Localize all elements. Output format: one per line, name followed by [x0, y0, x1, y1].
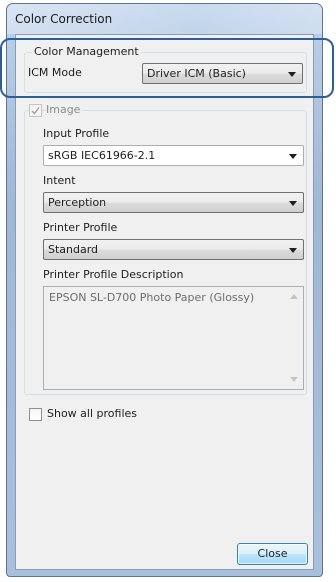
image-group: Image Input Profile sRGB IEC61966-2.1 In…	[24, 103, 307, 395]
title-bar[interactable]: Color Correction	[7, 4, 322, 34]
description-scrollbar[interactable]	[285, 287, 303, 389]
close-button-label: Close	[257, 547, 288, 560]
printer-profile-description-label: Printer Profile Description	[43, 268, 184, 281]
icm-mode-highlight-frame	[0, 38, 334, 98]
intent-value: Perception	[48, 196, 107, 209]
intent-label: Intent	[43, 174, 76, 187]
chevron-down-icon	[289, 201, 297, 206]
dialog-body: Color Management ICM Mode Driver ICM (Ba…	[15, 34, 314, 570]
printer-profile-dropdown[interactable]: Standard	[43, 239, 304, 260]
input-profile-label: Input Profile	[43, 127, 110, 140]
image-checkbox[interactable]	[29, 104, 42, 117]
window-title: Color Correction	[15, 12, 113, 26]
show-all-profiles-label[interactable]: Show all profiles	[47, 407, 137, 420]
scroll-up-arrow-icon[interactable]	[290, 294, 298, 299]
printer-profile-description-text: EPSON SL-D700 Photo Paper (Glossy)	[49, 291, 255, 304]
input-profile-dropdown[interactable]: sRGB IEC61966-2.1	[43, 145, 304, 166]
image-checkbox-label: Image	[46, 103, 83, 116]
intent-dropdown[interactable]: Perception	[43, 192, 304, 213]
printer-profile-value: Standard	[48, 243, 99, 256]
checkmark-icon	[31, 107, 40, 115]
printer-profile-label: Printer Profile	[43, 221, 118, 234]
chevron-down-icon	[289, 248, 297, 253]
chevron-down-icon	[289, 154, 297, 159]
scroll-down-arrow-icon[interactable]	[290, 377, 298, 382]
close-button[interactable]: Close	[237, 543, 308, 565]
input-profile-value: sRGB IEC61966-2.1	[48, 149, 156, 162]
printer-profile-description-box[interactable]: EPSON SL-D700 Photo Paper (Glossy)	[43, 286, 304, 390]
show-all-profiles-checkbox[interactable]	[29, 408, 42, 421]
